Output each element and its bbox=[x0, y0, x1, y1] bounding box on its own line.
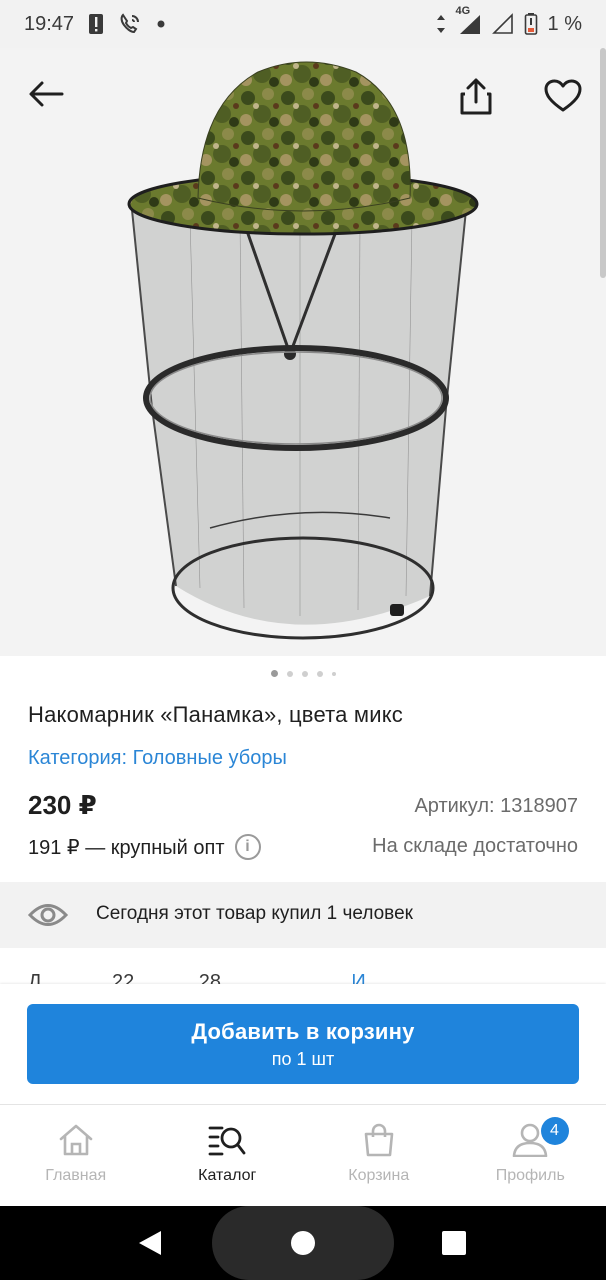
status-time: 19:47 bbox=[24, 12, 75, 35]
add-to-cart-label: Добавить в корзину bbox=[191, 1018, 415, 1044]
share-button[interactable] bbox=[452, 72, 500, 120]
heart-icon bbox=[544, 79, 582, 112]
dot-indicator-icon bbox=[156, 19, 166, 29]
data-transfer-icon bbox=[436, 13, 446, 35]
arrow-left-icon bbox=[29, 81, 64, 107]
home-icon bbox=[59, 1124, 93, 1156]
partially-hidden-content: Д 22 28 И bbox=[28, 972, 366, 984]
product-article: Артикул: 1318907 bbox=[414, 795, 578, 817]
cart-action-bar: Добавить в корзину по 1 шт bbox=[0, 984, 606, 1104]
pager-dot-1[interactable] bbox=[270, 670, 278, 677]
alert-icon bbox=[88, 13, 104, 35]
info-icon[interactable]: i bbox=[234, 834, 261, 860]
pager-dot-2[interactable] bbox=[286, 670, 293, 677]
profile-badge: 4 bbox=[540, 1117, 569, 1145]
nav-item-cart[interactable]: Корзина bbox=[303, 1105, 455, 1206]
add-to-cart-button[interactable]: Добавить в корзину по 1 шт bbox=[27, 1004, 579, 1084]
network-type: 4G bbox=[455, 5, 471, 17]
nav-item-home[interactable]: Главная bbox=[0, 1105, 152, 1206]
nav-label-cart: Корзина bbox=[348, 1167, 410, 1184]
app-screen: 19:47 4G 1 % Накомарник «Панамка», цвета… bbox=[0, 0, 606, 1280]
stock-status: На складе достаточно bbox=[372, 835, 578, 857]
battery-percent: 1 % bbox=[547, 12, 582, 35]
product-price: 230 ₽ bbox=[28, 790, 97, 820]
scroll-indicator bbox=[600, 48, 606, 278]
wholesale-price-row: 191 ₽ — крупный опт i bbox=[28, 834, 261, 860]
signal-4g-icon: 4G bbox=[456, 5, 482, 35]
pager-dot-4[interactable] bbox=[316, 670, 323, 677]
social-proof-text: Сегодня этот товар купил 1 человек bbox=[96, 903, 413, 924]
nav-label-catalog: Каталог bbox=[198, 1167, 257, 1184]
system-recents-button[interactable] bbox=[434, 1223, 474, 1263]
back-button[interactable] bbox=[22, 70, 70, 118]
system-back-button[interactable] bbox=[130, 1226, 170, 1260]
add-to-cart-quantity: по 1 шт bbox=[271, 1048, 335, 1069]
pager-dot-5[interactable] bbox=[331, 671, 336, 676]
wholesale-price: 191 ₽ — крупный опт bbox=[28, 836, 225, 859]
circle-home-icon bbox=[291, 1231, 315, 1255]
favorite-button[interactable] bbox=[539, 72, 587, 120]
catalog-search-icon bbox=[208, 1126, 246, 1156]
wifi-call-icon bbox=[118, 12, 142, 36]
product-title: Накомарник «Панамка», цвета микс bbox=[28, 702, 404, 727]
category-link[interactable]: Категория: Головные уборы bbox=[28, 747, 287, 770]
social-proof-banner: Сегодня этот товар купил 1 человек bbox=[0, 882, 606, 948]
nav-item-catalog[interactable]: Каталог bbox=[152, 1105, 304, 1206]
product-photo bbox=[127, 61, 479, 640]
triangle-back-icon bbox=[139, 1231, 161, 1255]
status-bar: 19:47 4G 1 % bbox=[0, 0, 606, 48]
nav-label-profile: Профиль bbox=[495, 1167, 565, 1184]
battery-low-icon bbox=[524, 12, 538, 36]
system-home-button[interactable] bbox=[283, 1223, 323, 1263]
product-image-gallery[interactable] bbox=[0, 48, 606, 656]
system-navigation-bar bbox=[0, 1206, 606, 1280]
share-icon bbox=[460, 78, 492, 115]
bag-icon bbox=[364, 1123, 394, 1157]
signal-empty-icon bbox=[491, 13, 514, 35]
square-recents-icon bbox=[442, 1231, 466, 1255]
nav-label-home: Главная bbox=[45, 1167, 107, 1184]
bottom-navigation: Главная Каталог Корзина 4 Профиль bbox=[0, 1104, 606, 1206]
image-pager[interactable] bbox=[0, 670, 606, 677]
eye-icon bbox=[28, 904, 68, 926]
nav-item-profile[interactable]: 4 Профиль bbox=[455, 1105, 606, 1206]
pager-dot-3[interactable] bbox=[301, 670, 308, 677]
